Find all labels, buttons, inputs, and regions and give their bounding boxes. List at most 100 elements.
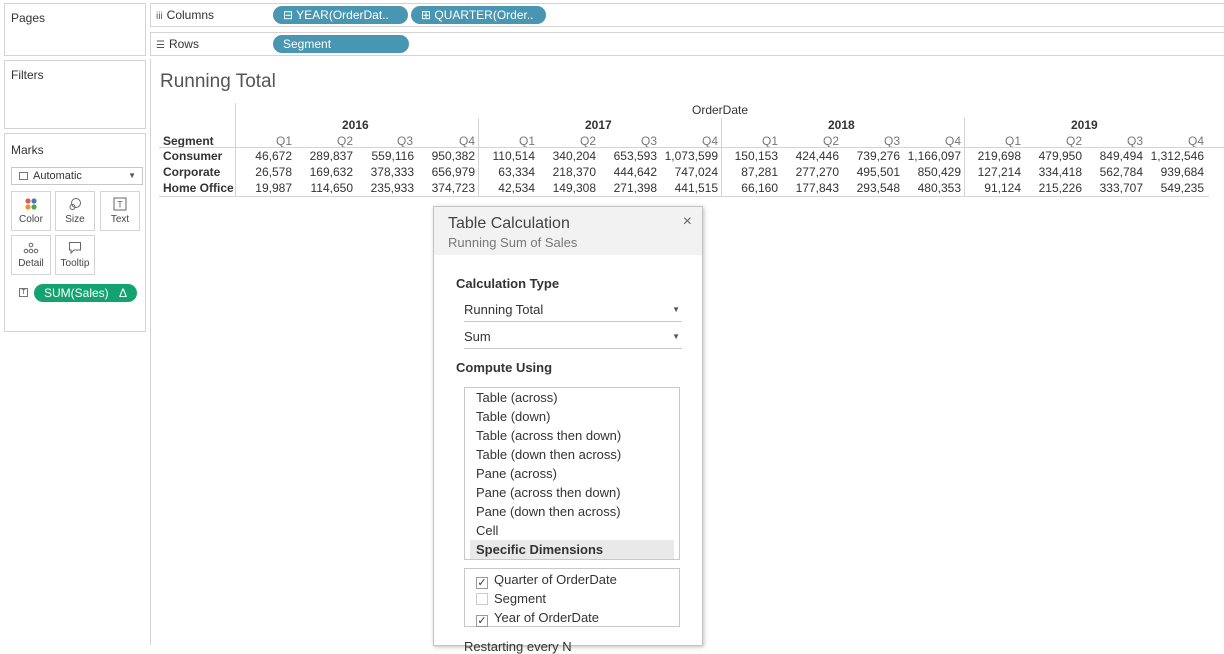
columns-shelf-label: iiiColumns (156, 8, 214, 22)
tooltip-button[interactable]: Tooltip (55, 235, 95, 275)
quarter-header: Q4 (435, 134, 475, 148)
table-cell: 235,933 (344, 181, 414, 195)
text-label: Text (101, 214, 139, 225)
quarter-orderdate-pill[interactable]: ⊞ QUARTER(Order.. (411, 6, 546, 24)
dimension-label: Quarter of OrderDate (494, 572, 617, 587)
quarter-header: Q1 (495, 134, 535, 148)
table-cell: 653,593 (587, 149, 657, 163)
table-cell: 289,837 (283, 149, 353, 163)
calc-type-heading: Calculation Type (456, 276, 559, 291)
delta-icon: Δ (119, 284, 127, 302)
compute-option[interactable]: Table (down) (465, 407, 679, 426)
table-cell: 218,370 (526, 165, 596, 179)
year-orderdate-pill[interactable]: ⊟ YEAR(OrderDat.. (273, 6, 408, 24)
table-cell: 559,116 (344, 149, 414, 163)
table-cell: 42,534 (465, 181, 535, 195)
color-button[interactable]: Color (11, 191, 51, 231)
view-left-border (150, 59, 151, 645)
compute-option[interactable]: Table (across then down) (465, 426, 679, 445)
grid-divider (964, 118, 965, 196)
checkbox-checked-icon[interactable]: ✓ (476, 577, 488, 589)
detail-button[interactable]: Detail (11, 235, 51, 275)
table-cell: 334,418 (1012, 165, 1082, 179)
dimension-checkbox-row[interactable]: ✓ Year of OrderDate (465, 608, 679, 627)
table-cell: 340,204 (526, 149, 596, 163)
pages-title: Pages (11, 11, 45, 25)
table-cell: 91,124 (951, 181, 1021, 195)
dialog-header: Table Calculation Running Sum of Sales × (434, 207, 702, 255)
quarter-header: Q3 (860, 134, 900, 148)
compute-option[interactable]: Pane (across then down) (465, 483, 679, 502)
detail-label: Detail (12, 258, 50, 269)
quarter-header: Q3 (617, 134, 657, 148)
compute-option[interactable]: Cell (465, 521, 679, 540)
quarter-header: Q2 (1042, 134, 1082, 148)
table-cell: 333,707 (1073, 181, 1143, 195)
compute-option[interactable]: Table (down then across) (465, 445, 679, 464)
compute-option[interactable]: Pane (across) (465, 464, 679, 483)
mark-type-icon (19, 172, 28, 180)
columns-shelf[interactable]: iiiColumns ⊟ YEAR(OrderDat.. ⊞ QUARTER(O… (150, 3, 1224, 27)
quarter-header: Q4 (921, 134, 961, 148)
dimension-label: Segment (494, 591, 546, 606)
compute-option[interactable]: Table (across) (465, 388, 679, 407)
quarter-header: Q1 (252, 134, 292, 148)
color-label: Color (12, 214, 50, 225)
filters-title: Filters (11, 68, 44, 82)
mark-type-dropdown[interactable]: Automatic ▼ (11, 167, 143, 185)
quarter-header: Q4 (678, 134, 718, 148)
quarter-header: Q3 (373, 134, 413, 148)
pages-panel[interactable]: Pages (4, 3, 146, 56)
quarter-header: Q2 (556, 134, 596, 148)
table-cell: 19,987 (222, 181, 292, 195)
table-calculation-dialog: Table Calculation Running Sum of Sales ×… (433, 206, 703, 646)
aggregation-dropdown[interactable]: Sum ▼ (464, 327, 682, 349)
table-cell: 219,698 (951, 149, 1021, 163)
quarter-header: Q4 (1164, 134, 1204, 148)
marks-panel: Marks Automatic ▼ Color Size T Text Deta… (4, 133, 146, 332)
dialog-title: Table Calculation (448, 215, 570, 233)
table-cell: 562,784 (1073, 165, 1143, 179)
quarter-header: Q2 (799, 134, 839, 148)
compute-option[interactable]: Pane (down then across) (465, 502, 679, 521)
dialog-subtitle: Running Sum of Sales (448, 235, 577, 250)
table-cell: 46,672 (222, 149, 292, 163)
filters-panel[interactable]: Filters (4, 60, 146, 129)
compute-option[interactable]: Specific Dimensions (470, 540, 674, 559)
segment-pill[interactable]: Segment (273, 35, 409, 53)
close-icon[interactable]: × (683, 213, 692, 231)
table-cell: 293,548 (830, 181, 900, 195)
chevron-down-icon: ▼ (672, 327, 680, 347)
dimension-label: Year of OrderDate (494, 610, 599, 625)
dimension-checkbox-row[interactable]: Segment (465, 589, 679, 608)
table-cell: 127,214 (951, 165, 1021, 179)
table-cell: 66,160 (708, 181, 778, 195)
row-label-segment: Consumer (163, 149, 222, 163)
checkbox-checked-icon[interactable]: ✓ (476, 615, 488, 627)
mark-type-label: Automatic (33, 170, 82, 182)
rows-shelf[interactable]: ☰Rows Segment (150, 32, 1224, 56)
aggregation-value: Sum (464, 329, 491, 344)
rows-shelf-label: ☰Rows (156, 37, 199, 51)
tooltip-label: Tooltip (56, 258, 94, 269)
calc-type-dropdown[interactable]: Running Total ▼ (464, 300, 682, 322)
text-button[interactable]: T Text (100, 191, 140, 231)
grid-divider (478, 118, 479, 196)
tooltip-icon (56, 236, 94, 258)
sum-sales-pill[interactable]: SUM(Sales) Δ (34, 284, 137, 302)
checkbox-unchecked-icon[interactable] (476, 593, 488, 605)
chevron-down-icon: ▼ (128, 168, 136, 184)
table-cell: 849,494 (1073, 149, 1143, 163)
dimension-checkbox-row[interactable]: ✓ Quarter of OrderDate (465, 570, 679, 589)
table-cell: 549,235 (1134, 181, 1204, 195)
dimensions-list[interactable]: ✓ Quarter of OrderDate Segment ✓ Year of Ord… (464, 568, 680, 627)
compute-using-heading: Compute Using (456, 360, 552, 375)
table-cell: 1,312,546 (1134, 149, 1204, 163)
view-title: Running Total (160, 71, 276, 93)
sum-sales-label: SUM(Sales) (44, 286, 109, 300)
compute-using-list[interactable]: Table (across)Table (down)Table (across … (464, 387, 680, 560)
columns-icon: iii (156, 11, 163, 22)
grid-divider (721, 118, 722, 196)
size-button[interactable]: Size (55, 191, 95, 231)
table-cell: 277,270 (769, 165, 839, 179)
